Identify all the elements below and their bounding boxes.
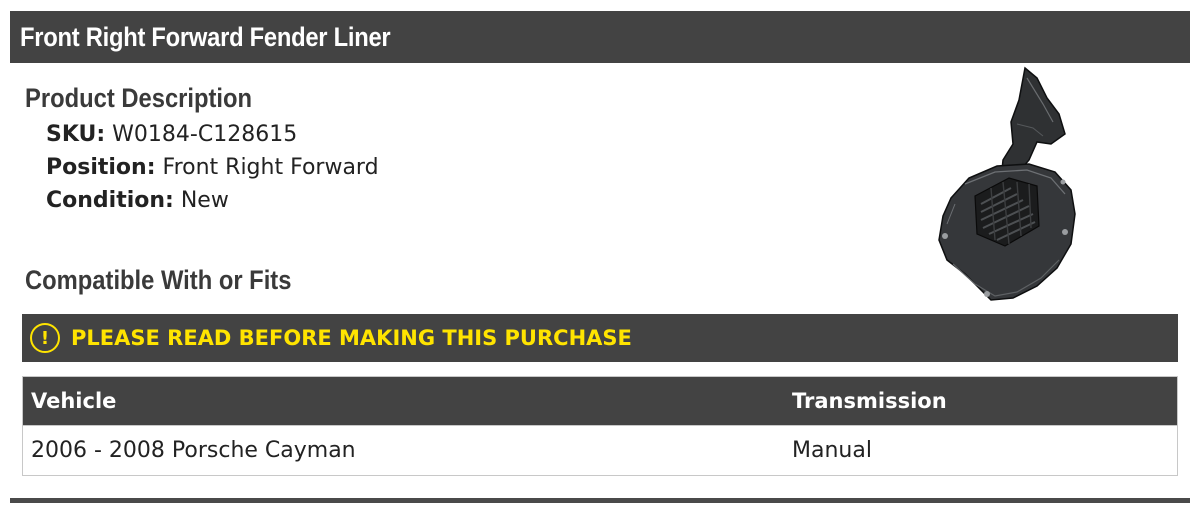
product-description-heading: Product Description [25,83,253,113]
transmission-cell: Manual [792,438,872,463]
table-header: Vehicle Transmission [23,377,1177,425]
sku-value: W0184-C128615 [112,122,298,147]
fender-liner-image [938,66,1076,301]
condition-value: New [180,188,229,213]
position-line: Position: Front Right Forward [46,155,379,180]
sku-line: SKU: W0184-C128615 [46,122,297,147]
condition-label: Condition: [46,188,174,213]
bottom-divider [10,498,1190,503]
vehicle-cell: 2006 - 2008 Porsche Cayman [31,438,356,463]
fitment-table: Vehicle Transmission 2006 - 2008 Porsche… [22,376,1178,476]
table-row: 2006 - 2008 Porsche Cayman Manual [23,425,1177,475]
product-title: Front Right Forward Fender Liner [20,21,391,52]
exclamation-circle-icon: ! [30,323,60,353]
position-label: Position: [46,155,156,180]
sku-label: SKU: [46,122,106,147]
notice-text: PLEASE READ BEFORE MAKING THIS PURCHASE [71,326,632,350]
transmission-column-header: Transmission [792,389,947,413]
position-value: Front Right Forward [162,155,379,180]
title-bar: Front Right Forward Fender Liner [10,11,1190,63]
compatibility-heading: Compatible With or Fits [25,265,292,295]
condition-line: Condition: New [46,188,229,213]
purchase-notice: ! PLEASE READ BEFORE MAKING THIS PURCHAS… [22,314,1178,362]
vehicle-column-header: Vehicle [31,389,117,413]
